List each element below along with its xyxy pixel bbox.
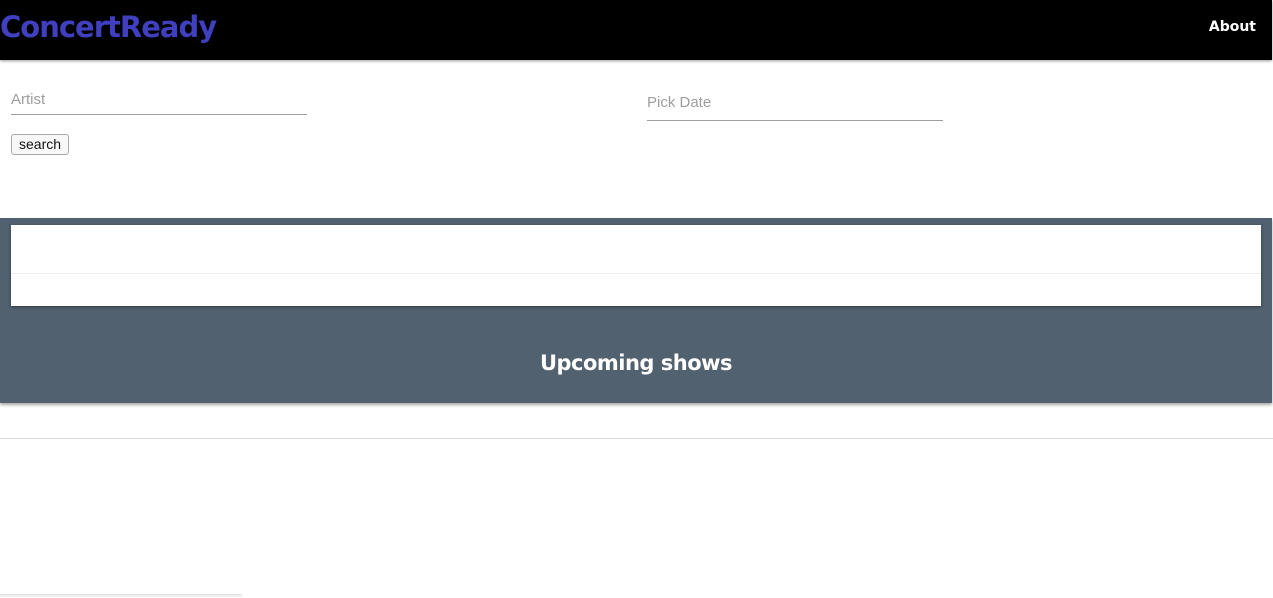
artist-input[interactable] — [11, 84, 307, 115]
results-card — [11, 225, 1261, 306]
date-picker-input[interactable] — [647, 84, 943, 121]
results-section: Upcoming shows — [0, 218, 1272, 403]
upcoming-shows-heading: Upcoming shows — [539, 351, 733, 375]
brand-logo-link[interactable]: ConcertReady — [0, 7, 217, 47]
section-divider — [0, 438, 1273, 439]
results-row — [11, 225, 1261, 274]
search-button[interactable]: search — [11, 134, 70, 155]
about-link[interactable]: About — [1209, 17, 1256, 37]
partial-panel-edge — [0, 594, 243, 598]
top-navbar: ConcertReady About — [0, 0, 1272, 60]
